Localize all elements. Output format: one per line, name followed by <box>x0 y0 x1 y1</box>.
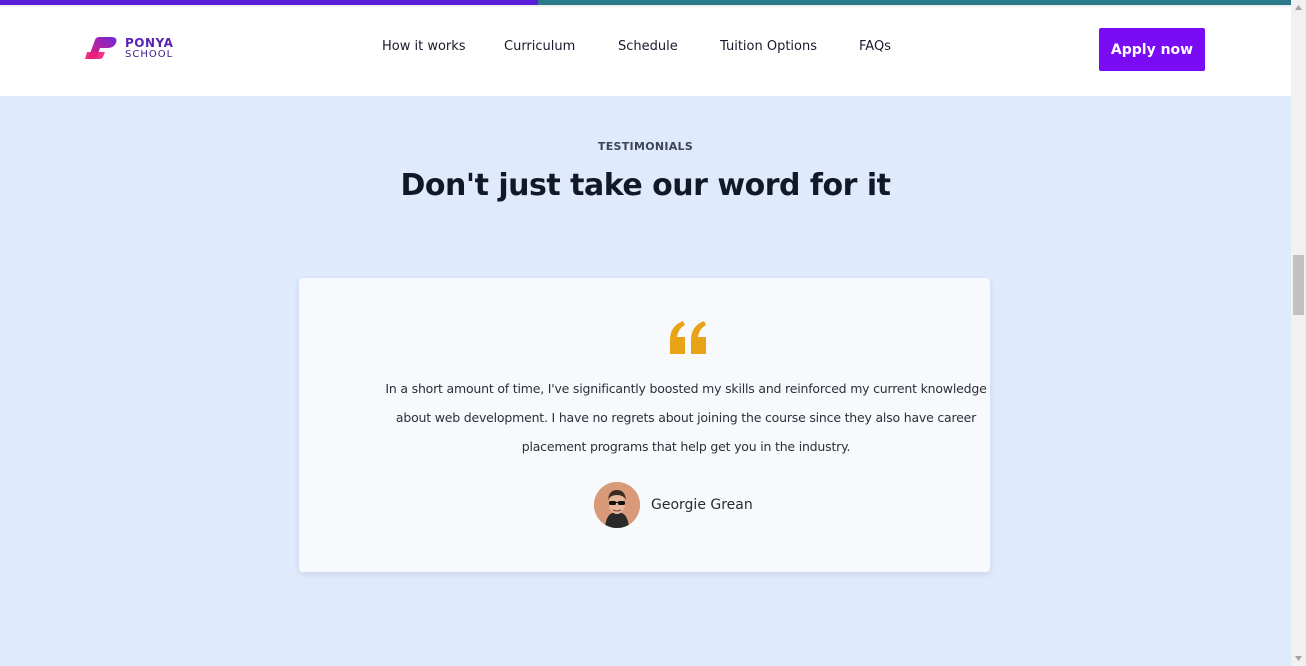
testimonial-author: Georgie Grean <box>594 482 753 528</box>
logo-line2: SCHOOL <box>125 48 174 60</box>
scroll-up-button[interactable] <box>1291 0 1306 15</box>
nav-how-it-works[interactable]: How it works <box>382 39 466 54</box>
vertical-scrollbar[interactable] <box>1291 0 1306 666</box>
chevron-up-icon <box>1295 5 1302 10</box>
logo-line1: PONYA <box>125 35 174 50</box>
reading-progress-bar <box>0 0 1291 7</box>
nav-tuition-options[interactable]: Tuition Options <box>720 39 817 54</box>
scrollbar-thumb[interactable] <box>1293 255 1304 315</box>
scroll-down-button[interactable] <box>1291 651 1306 666</box>
testimonial-quote: In a short amount of time, I've signific… <box>385 381 987 454</box>
page: PONYA SCHOOL How it works Curriculum Sch… <box>0 0 1306 666</box>
section-eyebrow: TESTIMONIALS <box>597 140 694 153</box>
nav-faqs[interactable]: FAQs <box>859 39 891 54</box>
ponya-logo-icon <box>85 37 117 59</box>
avatar <box>594 482 640 528</box>
apply-now-button[interactable]: Apply now <box>1099 28 1205 71</box>
section-heading: Don't just take our word for it <box>400 168 891 203</box>
logo-text: PONYA SCHOOL <box>125 37 173 60</box>
testimonial-card: In a short amount of time, I've signific… <box>299 278 990 572</box>
site-header: PONYA SCHOOL How it works Curriculum Sch… <box>0 7 1291 96</box>
nav-schedule[interactable]: Schedule <box>618 39 678 54</box>
quote-icon <box>670 321 706 354</box>
site-logo[interactable]: PONYA SCHOOL <box>85 35 173 61</box>
chevron-down-icon <box>1295 656 1302 661</box>
author-name: Georgie Grean <box>651 497 753 513</box>
nav-curriculum[interactable]: Curriculum <box>504 39 575 54</box>
